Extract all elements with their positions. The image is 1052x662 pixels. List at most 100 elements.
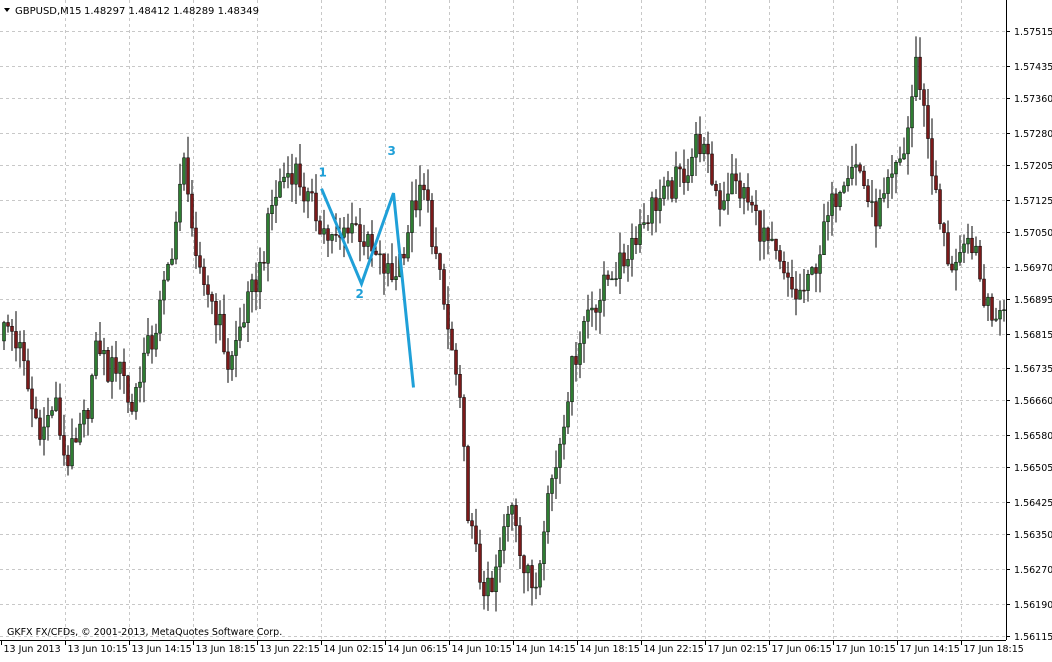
candle-body: [6, 322, 10, 327]
candle-body: [610, 278, 614, 281]
chart-window[interactable]: 1 2 3 1.57515 1.57435 1.57360 1.57280 1.57205 1…: [0, 0, 1052, 658]
candle-body: [74, 438, 78, 443]
candle-body: [30, 388, 34, 410]
candle-body: [350, 223, 354, 234]
time-tick-label: 14 Jun 14:15: [516, 644, 576, 655]
candle-body: [654, 197, 658, 211]
price-tick-label: 1.57515: [1014, 27, 1052, 38]
candle-body: [614, 278, 618, 280]
time-tick-label: 17 Jun 02:15: [708, 644, 768, 655]
candle-body: [170, 258, 174, 265]
candle-body: [434, 246, 438, 254]
candle-body: [586, 309, 590, 322]
candle-body: [574, 356, 578, 365]
price-chart[interactable]: 1 2 3 1.57515 1.57435 1.57360 1.57280 1.57205 1…: [0, 0, 1052, 658]
candle-body: [394, 276, 398, 280]
candle-body: [734, 173, 738, 182]
candle-body: [110, 357, 114, 382]
price-tick-label: 1.56815: [1014, 330, 1052, 341]
price-tick-label: 1.57360: [1014, 94, 1052, 105]
time-tick-label: 13 Jun 2013: [4, 644, 61, 655]
candle-body: [870, 201, 874, 203]
candle-body: [750, 201, 754, 206]
candle-body: [470, 520, 474, 527]
candle-body: [746, 187, 750, 203]
candle-body: [430, 200, 434, 247]
time-tick-label: 14 Jun 06:15: [388, 644, 448, 655]
candle-body: [258, 261, 262, 293]
candle-body: [926, 105, 930, 139]
candle-body: [274, 196, 278, 206]
price-tick-label: 1.56270: [1014, 565, 1052, 576]
candle-body: [862, 170, 866, 187]
candle-body: [790, 277, 794, 290]
candle-body: [102, 350, 106, 355]
candle-body: [406, 232, 410, 259]
candle-body: [722, 200, 726, 210]
candle-body: [578, 343, 582, 365]
candle-body: [502, 526, 506, 551]
candle-body: [714, 184, 718, 191]
candle-body: [702, 143, 706, 155]
price-tick-label: 1.56190: [1014, 600, 1052, 611]
candle-body: [858, 164, 862, 172]
candle-body: [334, 234, 338, 236]
candle-body: [2, 322, 6, 342]
candle-body: [582, 321, 586, 344]
candle-body: [366, 234, 370, 247]
candle-body: [706, 143, 710, 155]
candle-body: [238, 326, 242, 341]
candle-body: [634, 237, 638, 245]
candle-body: [766, 227, 770, 241]
candle-body: [930, 138, 934, 177]
candle-body: [466, 446, 470, 521]
candle-body: [162, 279, 166, 301]
candle-body: [174, 221, 178, 260]
candle-body: [66, 454, 70, 467]
candle-body: [42, 426, 46, 440]
candle-body: [454, 349, 458, 375]
candle-body: [682, 168, 686, 183]
candle-body: [826, 215, 830, 223]
candle-body: [250, 279, 254, 293]
candle-body: [130, 401, 134, 412]
candle-body: [82, 410, 86, 425]
candle-body: [902, 153, 906, 160]
candle-body: [782, 261, 786, 274]
candle-body: [278, 181, 282, 198]
price-tick-label: 1.56660: [1014, 396, 1052, 407]
candle-body: [726, 193, 730, 202]
candle-body: [186, 157, 190, 195]
candle-body: [242, 322, 246, 328]
candle-body: [262, 261, 266, 264]
candle-body: [58, 397, 62, 436]
price-tick-label: 1.57125: [1014, 196, 1052, 207]
candle-body: [462, 397, 466, 447]
candle-body: [818, 254, 822, 274]
candle-body: [270, 205, 274, 214]
candle-body: [46, 415, 50, 428]
candle-body: [246, 291, 250, 323]
candle-body: [442, 269, 446, 305]
ohlc-readout: 1.48297 1.48412 1.48289 1.48349: [84, 6, 259, 17]
candle-body: [666, 180, 670, 187]
candle-body: [710, 153, 714, 185]
price-tick-label: 1.57280: [1014, 129, 1052, 140]
candle-body: [166, 264, 170, 281]
candle-body: [86, 410, 90, 419]
candle-body: [122, 361, 126, 376]
candle-body: [234, 340, 238, 356]
candle-body: [886, 177, 890, 194]
candle-body: [50, 410, 54, 416]
candle-body: [698, 134, 702, 155]
candle-body: [842, 185, 846, 193]
candle-body: [662, 185, 666, 199]
candle-body: [562, 426, 566, 445]
candle-body: [878, 197, 882, 227]
candle-body: [622, 252, 626, 267]
candle-body: [542, 531, 546, 564]
candle-body: [674, 166, 678, 199]
candle-body: [70, 438, 74, 467]
candle-body: [322, 228, 326, 235]
candle-body: [498, 550, 502, 568]
